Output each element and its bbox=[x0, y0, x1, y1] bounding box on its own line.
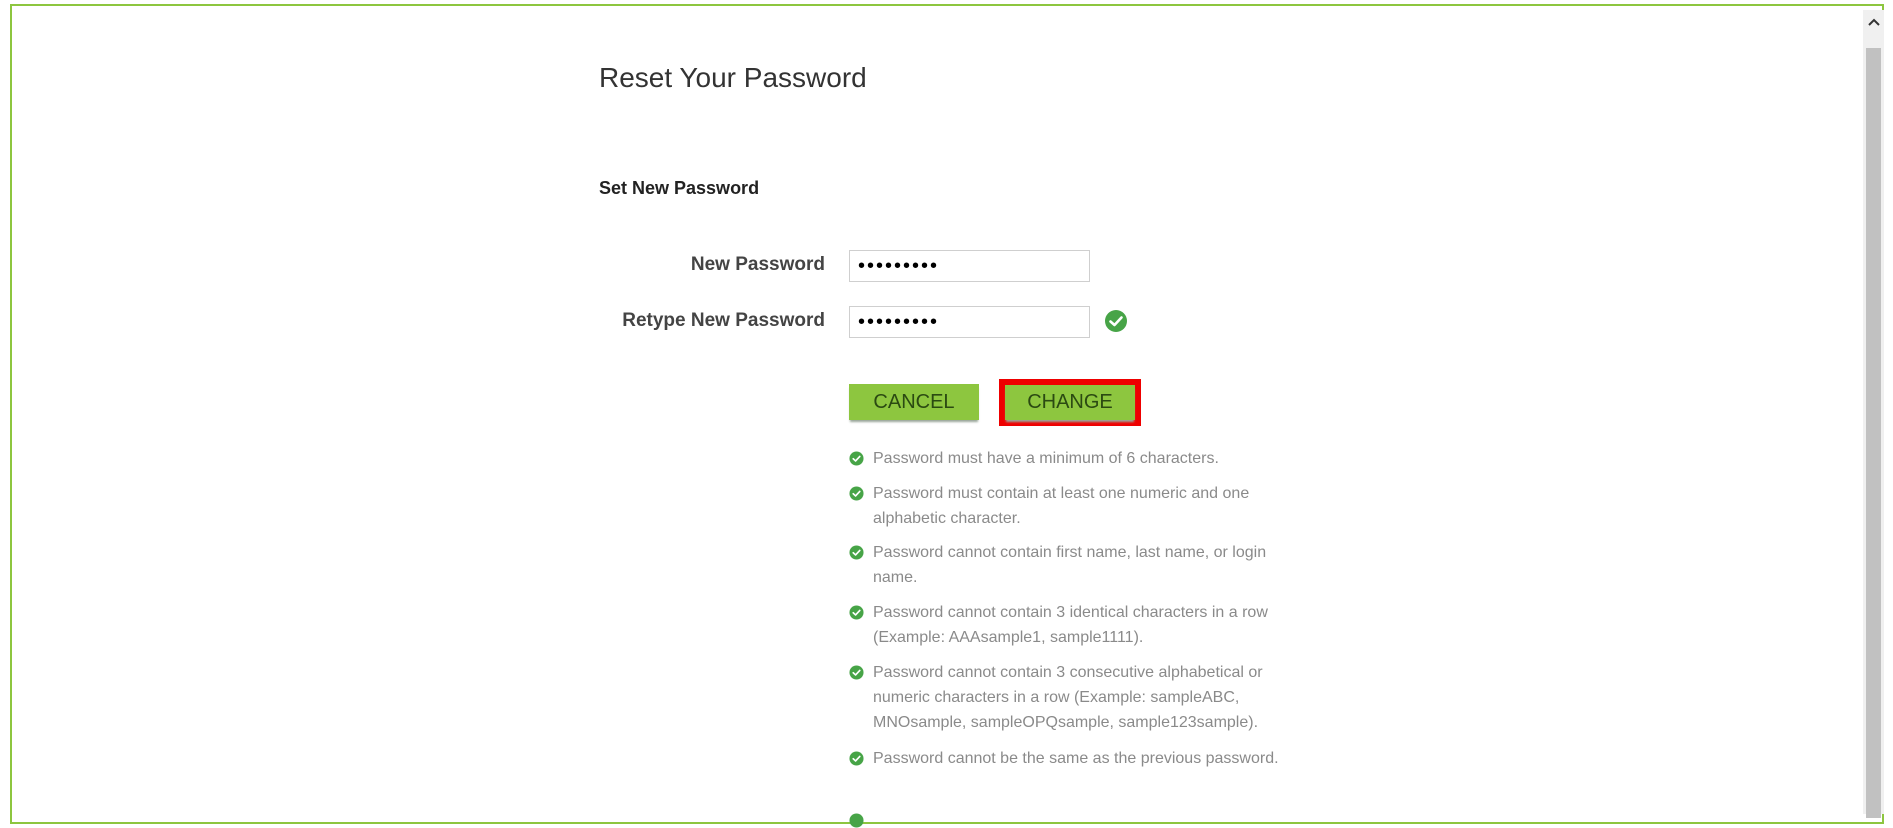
password-rule-text: Password cannot be the same as the previ… bbox=[873, 750, 1279, 767]
password-rule: Password cannot contain first name, last… bbox=[849, 540, 1309, 590]
cancel-button[interactable]: CANCEL bbox=[849, 384, 979, 420]
password-rule-text: Password cannot contain first name, last… bbox=[873, 544, 1267, 586]
password-rule-text: Password must contain at least one numer… bbox=[873, 485, 1250, 527]
password-rule-text: Password cannot contain 3 consecutive al… bbox=[873, 664, 1263, 731]
vertical-scrollbar[interactable] bbox=[1863, 10, 1884, 818]
new-password-input[interactable] bbox=[849, 250, 1090, 282]
check-circle-icon bbox=[849, 451, 864, 466]
check-circle-icon bbox=[849, 545, 864, 560]
scroll-up-arrow[interactable] bbox=[1863, 10, 1884, 34]
check-circle-icon bbox=[849, 751, 864, 766]
new-password-label: New Password bbox=[690, 254, 825, 275]
password-rule: Password must have a minimum of 6 charac… bbox=[849, 446, 1309, 471]
check-circle-icon bbox=[849, 605, 864, 620]
password-rule-text: Password must have a minimum of 6 charac… bbox=[873, 450, 1219, 467]
password-rule: Password cannot contain 3 identical char… bbox=[849, 600, 1309, 650]
check-circle-icon bbox=[849, 665, 864, 680]
password-rule: Password cannot contain 3 consecutive al… bbox=[849, 660, 1309, 735]
password-rule-text: Password cannot contain 3 identical char… bbox=[873, 604, 1268, 646]
retype-password-label: Retype New Password bbox=[622, 310, 825, 331]
password-rule: Password cannot be the same as the previ… bbox=[849, 746, 1309, 771]
change-button[interactable]: CHANGE bbox=[1005, 385, 1135, 420]
retype-password-input[interactable] bbox=[849, 306, 1090, 338]
page-title: Reset Your Password bbox=[599, 62, 867, 93]
check-circle-icon bbox=[849, 813, 864, 828]
chevron-up-icon bbox=[1867, 18, 1880, 26]
scrollbar-thumb[interactable] bbox=[1866, 48, 1881, 818]
check-circle-icon bbox=[849, 486, 864, 501]
check-circle-icon bbox=[1105, 310, 1127, 332]
section-title: Set New Password bbox=[599, 178, 760, 198]
password-rule: Password must contain at least one numer… bbox=[849, 481, 1309, 531]
